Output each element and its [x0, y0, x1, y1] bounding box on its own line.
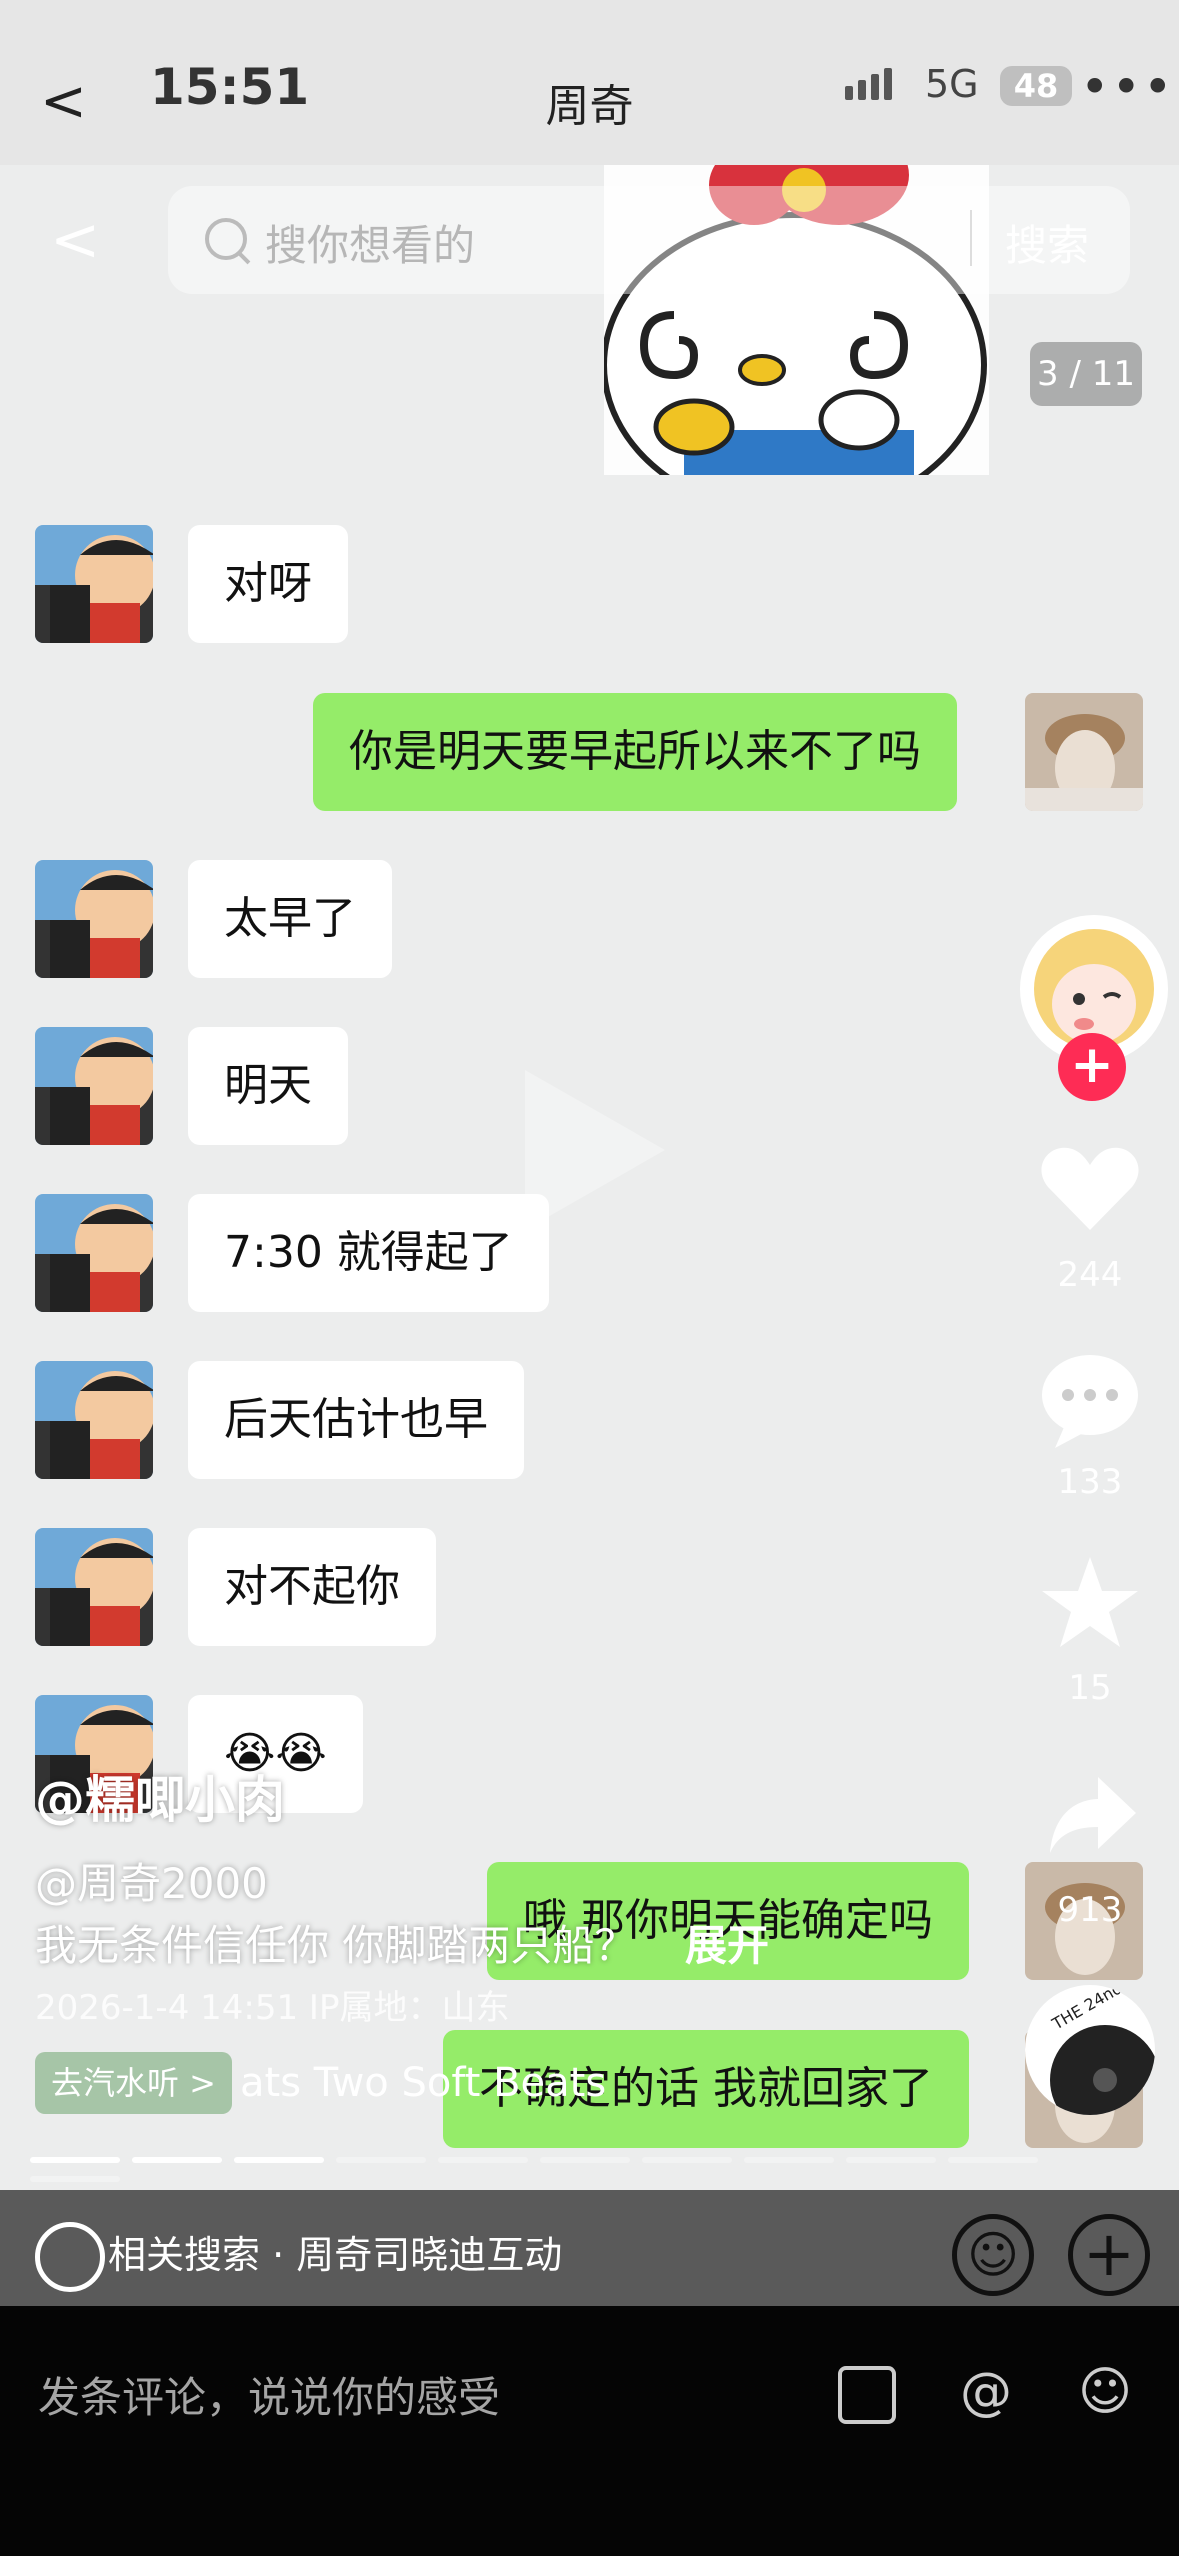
share-icon[interactable]: [1048, 1775, 1138, 1859]
message-bubble[interactable]: 后天估计也早: [188, 1361, 524, 1479]
related-search-text[interactable]: 相关搜索 · 周奇司晓迪互动: [108, 2224, 562, 2279]
image-icon[interactable]: [838, 2366, 896, 2424]
like-count: 244: [1057, 1255, 1123, 1295]
contact-avatar[interactable]: [35, 860, 153, 978]
mention-icon[interactable]: @: [956, 2362, 1016, 2422]
search-input[interactable]: 搜你想看的: [265, 212, 475, 273]
search-divider: [970, 210, 972, 266]
comment-bar: [0, 2306, 1179, 2556]
contact-avatar[interactable]: [35, 1361, 153, 1479]
post-author[interactable]: @糯唧小肉: [35, 1760, 285, 1832]
battery-icon: 48: [1000, 66, 1072, 106]
post-description: 我无条件信任你 你脚踏两只船？: [35, 1921, 637, 1970]
image-progress-bar: [30, 2148, 1150, 2182]
music-disc-icon[interactable]: THE 24nd: [1025, 1985, 1155, 2115]
comment-input[interactable]: 发条评论，说说你的感受: [38, 2364, 500, 2425]
comment-count: 133: [1057, 1462, 1123, 1502]
emoji-icon[interactable]: ☺: [952, 2214, 1034, 2296]
search-icon: [35, 2222, 105, 2292]
message-bubble[interactable]: 对不起你: [188, 1528, 436, 1646]
favorite-icon[interactable]: [1040, 1555, 1140, 1654]
post-meta: 2026-1-4 14:51 IP属地：山东: [35, 1988, 510, 2028]
search-back-button[interactable]: <: [50, 205, 100, 275]
contact-avatar[interactable]: [35, 1027, 153, 1145]
add-icon[interactable]: +: [1068, 2214, 1150, 2296]
contact-avatar[interactable]: [35, 525, 153, 643]
favorite-count: 15: [1068, 1668, 1112, 1708]
message-bubble-self[interactable]: 你是明天要早起所以来不了吗: [313, 693, 957, 811]
message-bubble[interactable]: 7:30 就得起了: [188, 1194, 549, 1312]
like-icon[interactable]: [1040, 1145, 1140, 1239]
expand-link[interactable]: 展开: [685, 1912, 769, 1973]
music-title[interactable]: ats Two Soft Beats: [240, 2052, 606, 2114]
share-count: 913: [1057, 1890, 1123, 1930]
message-bubble[interactable]: 太早了: [188, 860, 392, 978]
music-app-link[interactable]: 去汽水听 >: [35, 2052, 232, 2114]
contact-avatar[interactable]: [35, 1194, 153, 1312]
contact-avatar[interactable]: [35, 1528, 153, 1646]
post-mention[interactable]: @周奇2000: [35, 1850, 268, 1911]
network-label: 5G: [925, 62, 979, 106]
message-bubble[interactable]: 明天: [188, 1027, 348, 1145]
image-counter: 3 / 11: [1030, 342, 1142, 406]
follow-button[interactable]: +: [1058, 1033, 1126, 1101]
signal-icon: [845, 68, 897, 100]
comment-icon[interactable]: [1040, 1350, 1140, 1454]
play-icon[interactable]: [515, 1060, 675, 1244]
search-button[interactable]: 搜索: [1005, 212, 1089, 273]
emoji-icon[interactable]: ☺: [1075, 2362, 1135, 2422]
search-icon: [205, 218, 247, 260]
message-bubble[interactable]: 对呀: [188, 525, 348, 643]
self-avatar[interactable]: [1025, 693, 1143, 811]
more-icon[interactable]: •••: [1080, 58, 1174, 116]
